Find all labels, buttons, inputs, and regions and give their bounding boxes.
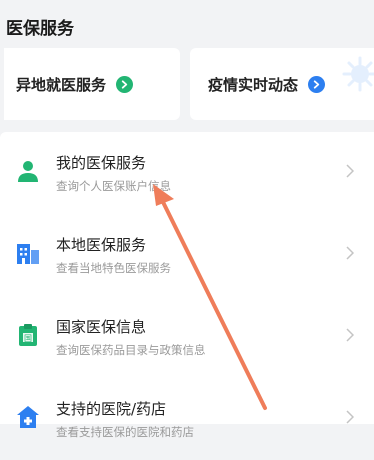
list-item-subtitle: 查看当地特色医保服务 xyxy=(56,261,171,275)
chevron-right-icon xyxy=(346,164,354,178)
svg-text:国: 国 xyxy=(24,334,32,343)
service-list: 我的医保服务 查询个人医保账户信息 本地医保服务 查看当地特色医保服务 国 国家… xyxy=(0,132,374,439)
chevron-right-icon xyxy=(346,246,354,260)
card-epidemic-updates[interactable]: 疫情实时动态 xyxy=(190,48,374,120)
clipboard-icon: 国 xyxy=(19,324,37,346)
card-remote-medical-label: 异地就医服务 xyxy=(16,75,107,94)
list-item-subtitle: 查询个人医保账户信息 xyxy=(56,179,171,193)
chevron-right-icon xyxy=(346,410,354,424)
section-title: 医保服务 xyxy=(6,19,74,39)
chevron-right-icon xyxy=(346,328,354,342)
list-item-hospitals-pharmacies[interactable]: 支持的医院/药店 查看支持医保的医院和药店 xyxy=(0,378,374,460)
card-epidemic-label: 疫情实时动态 xyxy=(208,75,299,94)
list-item-title: 我的医保服务 xyxy=(56,154,147,172)
virus-watermark-icon xyxy=(342,56,374,92)
list-item-subtitle: 查询医保药品目录与政策信息 xyxy=(56,343,206,357)
list-item-local-insurance[interactable]: 本地医保服务 查看当地特色医保服务 xyxy=(0,214,374,296)
card-remote-medical[interactable]: 异地就医服务 xyxy=(4,48,180,120)
list-item-title: 本地医保服务 xyxy=(56,236,147,254)
list-item-my-insurance[interactable]: 我的医保服务 查询个人医保账户信息 xyxy=(0,132,374,214)
arrow-right-circle-icon xyxy=(308,75,326,93)
building-icon xyxy=(17,244,39,264)
list-item-subtitle: 查看支持医保的医院和药店 xyxy=(56,425,194,439)
hospital-icon xyxy=(17,406,39,428)
person-icon xyxy=(18,161,38,182)
list-item-title: 国家医保信息 xyxy=(56,318,147,336)
arrow-right-circle-icon xyxy=(116,75,134,93)
list-item-title: 支持的医院/药店 xyxy=(56,400,167,418)
list-item-national-insurance[interactable]: 国 国家医保信息 查询医保药品目录与政策信息 xyxy=(0,296,374,378)
